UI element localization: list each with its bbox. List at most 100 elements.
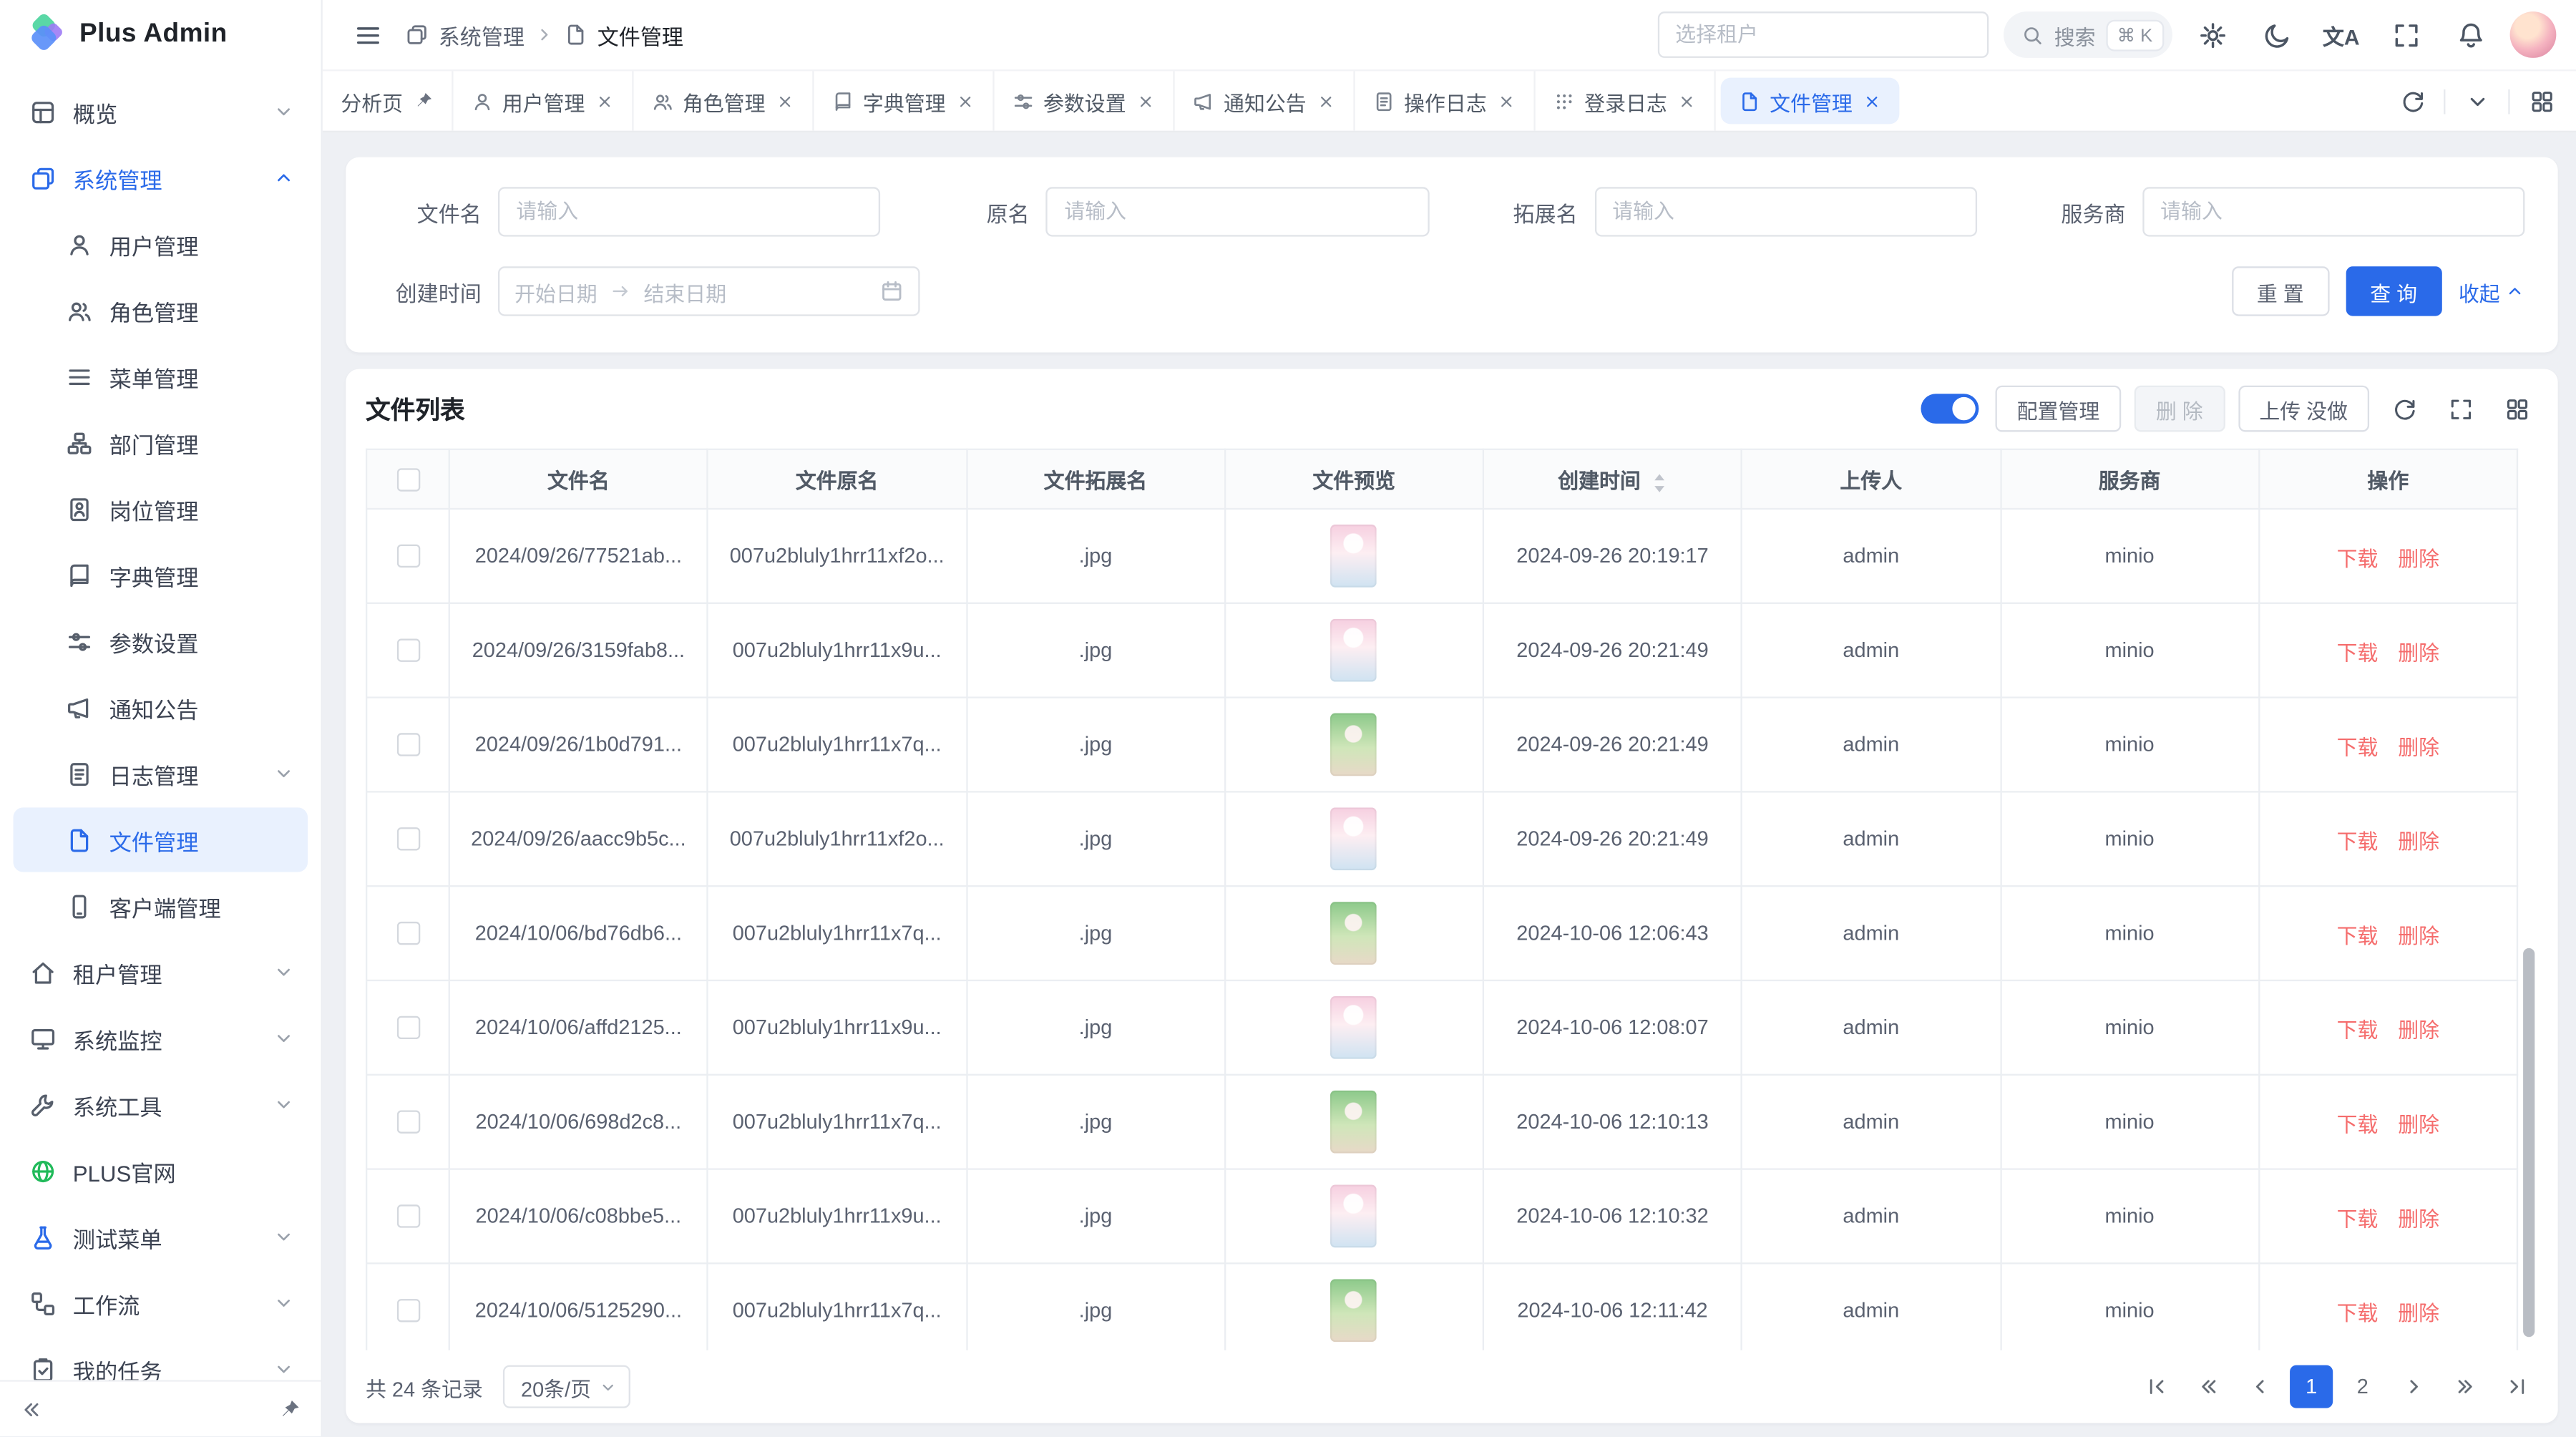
file-preview-thumbnail[interactable] <box>1331 1185 1377 1248</box>
tab-item[interactable]: 登录日志 <box>1535 71 1715 130</box>
refresh-page-button[interactable] <box>2391 79 2434 122</box>
file-preview-thumbnail[interactable] <box>1331 1279 1377 1342</box>
sidebar-item[interactable]: 菜单管理 <box>13 344 308 409</box>
download-link[interactable]: 下载 <box>2337 547 2379 570</box>
collapse-filters-link[interactable]: 收起 <box>2459 276 2525 307</box>
tab-close-button[interactable] <box>775 92 793 109</box>
sidebar-item[interactable]: 客户端管理 <box>13 874 308 938</box>
tab-item[interactable]: 字典管理 <box>814 71 994 130</box>
column-header[interactable]: 操作 <box>2259 449 2517 509</box>
tab-item[interactable]: 分析页 <box>323 71 453 130</box>
row-checkbox[interactable] <box>396 734 419 756</box>
delete-link[interactable]: 删除 <box>2398 830 2439 853</box>
tab-close-button[interactable] <box>1317 92 1335 109</box>
row-checkbox[interactable] <box>396 545 419 568</box>
sidebar-item[interactable]: 角色管理 <box>13 278 308 342</box>
column-header[interactable]: 上传人 <box>1742 449 2000 509</box>
column-header[interactable]: 文件名 <box>449 449 708 509</box>
file-preview-thumbnail[interactable] <box>1331 619 1377 682</box>
breadcrumb-parent[interactable]: 系统管理 <box>405 19 525 51</box>
sidebar-item[interactable]: 系统监控 <box>13 1006 308 1071</box>
download-link[interactable]: 下载 <box>2337 641 2379 664</box>
download-link[interactable]: 下载 <box>2337 830 2379 853</box>
column-header[interactable]: 文件原名 <box>708 449 966 509</box>
select-all-checkbox[interactable] <box>396 468 419 491</box>
download-link[interactable]: 下载 <box>2337 1113 2379 1136</box>
delete-link[interactable]: 删除 <box>2398 1018 2439 1041</box>
config-button[interactable]: 配置管理 <box>1996 386 2122 432</box>
tab-close-button[interactable] <box>1497 92 1515 109</box>
column-header[interactable]: 文件预览 <box>1225 449 1483 509</box>
row-checkbox[interactable] <box>396 1016 419 1039</box>
tab-close-button[interactable] <box>595 92 613 109</box>
next-page-button[interactable] <box>2392 1365 2435 1408</box>
fast-next-button[interactable] <box>2444 1365 2487 1408</box>
fullscreen-icon[interactable] <box>2381 10 2430 59</box>
sidebar-item[interactable]: 参数设置 <box>13 609 308 673</box>
prev-page-button[interactable] <box>2238 1365 2281 1408</box>
file-preview-thumbnail[interactable] <box>1331 807 1377 870</box>
page-size-select[interactable]: 20条/页 <box>503 1365 631 1408</box>
row-checkbox[interactable] <box>396 639 419 662</box>
column-settings-button[interactable] <box>2495 387 2538 430</box>
sidebar-item[interactable]: 系统管理 <box>13 145 308 210</box>
delete-button[interactable]: 删 除 <box>2135 386 2225 432</box>
table-fullscreen-button[interactable] <box>2439 387 2482 430</box>
page-number-button[interactable]: 1 <box>2290 1365 2333 1408</box>
filter-input-1[interactable] <box>1046 187 1429 236</box>
tab-item[interactable]: 用户管理 <box>452 71 633 130</box>
user-avatar[interactable] <box>2510 11 2557 58</box>
filter-input-0[interactable] <box>498 187 881 236</box>
file-preview-thumbnail[interactable] <box>1331 1091 1377 1154</box>
column-header[interactable]: 文件拓展名 <box>966 449 1224 509</box>
upload-button[interactable]: 上传 没做 <box>2238 386 2369 432</box>
sidebar-item[interactable]: 租户管理 <box>13 940 308 1004</box>
table-scrollbar[interactable] <box>2523 949 2534 1337</box>
sidebar-item[interactable]: 日志管理 <box>13 741 308 806</box>
sidebar-item[interactable]: 工作流 <box>13 1271 308 1335</box>
language-icon[interactable]: 文A <box>2316 10 2366 59</box>
row-checkbox[interactable] <box>396 1300 419 1322</box>
search-toggle[interactable] <box>1921 394 1979 424</box>
first-page-button[interactable] <box>2136 1365 2179 1408</box>
file-preview-thumbnail[interactable] <box>1331 996 1377 1059</box>
fast-prev-button[interactable] <box>2187 1365 2230 1408</box>
delete-link[interactable]: 删除 <box>2398 736 2439 759</box>
tab-item[interactable]: 操作日志 <box>1355 71 1535 130</box>
sidebar-item[interactable]: 部门管理 <box>13 410 308 474</box>
date-range-picker[interactable]: 开始日期 结束日期 <box>498 266 920 316</box>
sidebar-item[interactable]: 通知公告 <box>13 675 308 739</box>
filter-input-3[interactable] <box>2142 187 2525 236</box>
delete-link[interactable]: 删除 <box>2398 924 2439 947</box>
reset-button[interactable]: 重 置 <box>2232 266 2328 316</box>
last-page-button[interactable] <box>2495 1365 2538 1408</box>
tab-close-button[interactable] <box>1677 92 1695 109</box>
sidebar-item[interactable]: 概览 <box>13 79 308 144</box>
sidebar-item[interactable]: 测试菜单 <box>13 1204 308 1269</box>
sidebar-item[interactable]: 我的任务 <box>13 1337 308 1380</box>
delete-link[interactable]: 删除 <box>2398 1113 2439 1136</box>
tab-close-button[interactable] <box>955 92 973 109</box>
delete-link[interactable]: 删除 <box>2398 1302 2439 1325</box>
tenant-select[interactable] <box>1657 11 1988 58</box>
download-link[interactable]: 下载 <box>2337 924 2379 947</box>
sort-icon[interactable] <box>1646 470 1667 492</box>
query-button[interactable]: 查 询 <box>2346 266 2442 316</box>
settings-icon[interactable] <box>2187 10 2237 59</box>
download-link[interactable]: 下载 <box>2337 1018 2379 1041</box>
download-link[interactable]: 下载 <box>2337 1207 2379 1230</box>
row-checkbox[interactable] <box>396 1111 419 1134</box>
tab-item[interactable]: 通知公告 <box>1174 71 1355 130</box>
hamburger-menu-button[interactable] <box>343 10 392 59</box>
row-checkbox[interactable] <box>396 828 419 851</box>
sidebar-item[interactable]: 系统工具 <box>13 1072 308 1136</box>
column-header[interactable]: 服务商 <box>2000 449 2258 509</box>
tab-close-button[interactable] <box>1863 92 1880 109</box>
file-preview-thumbnail[interactable] <box>1331 902 1377 965</box>
row-checkbox[interactable] <box>396 1205 419 1228</box>
filter-input-2[interactable] <box>1594 187 1977 236</box>
delete-link[interactable]: 删除 <box>2398 1207 2439 1230</box>
delete-link[interactable]: 删除 <box>2398 547 2439 570</box>
refresh-table-button[interactable] <box>2383 387 2426 430</box>
tab-actions-dropdown[interactable] <box>2455 79 2498 122</box>
